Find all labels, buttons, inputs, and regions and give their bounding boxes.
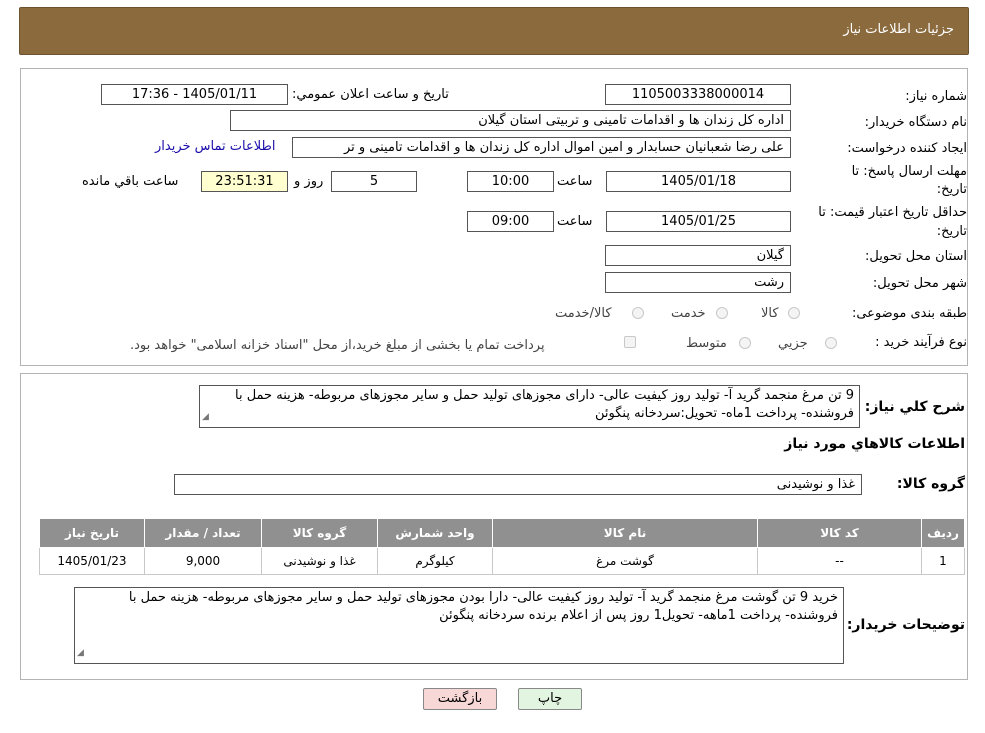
deadline-label: مهلت ارسال پاسخ: تا <box>851 164 967 179</box>
deadline-time-label: ساعت <box>557 174 593 189</box>
cell-row-number: 1 <box>921 547 965 575</box>
buyer-contact-link[interactable]: اطلاعات تماس خریدار <box>155 139 275 154</box>
buyer-org-field: اداره کل زندان ها و اقدامات تامینی و ترب… <box>230 110 791 131</box>
col-row-number: رديف <box>921 518 965 548</box>
treasury-payment-note: پرداخت تمام یا بخشی از مبلغ خرید،از محل … <box>130 338 545 353</box>
creator-label: ایجاد کننده درخواست: <box>847 141 967 156</box>
announce-field: 1405/01/11 - 17:36 <box>101 84 288 105</box>
page-title: جزئیات اطلاعات نیاز <box>843 22 954 37</box>
days-label: روز و <box>294 174 324 189</box>
cell-item-code: -- <box>757 547 922 575</box>
table-row: 1 -- گوشت مرغ کیلوگرم غذا و نوشیدنی 9,00… <box>39 547 965 575</box>
deadline-label-2: تاریخ: <box>936 182 967 197</box>
process-medium-label: متوسط <box>686 336 727 351</box>
buyer-notes-label: توضیحات خریدار: <box>846 617 965 633</box>
remaining-time-field: 23:51:31 <box>201 171 288 192</box>
days-field: 5 <box>331 171 417 192</box>
summary-textarea[interactable]: 9 تن مرغ منجمد گرید آ- تولید روز کیفیت ع… <box>199 385 860 428</box>
buyer-org-label: نام دستگاه خریدار: <box>864 115 967 130</box>
category-goods-label: کالا <box>761 306 779 321</box>
need-number-field: 1105003338000014 <box>605 84 791 105</box>
goods-group-label: گروه کالا: <box>896 476 965 492</box>
creator-field: علی رضا شعبانیان حسابدار و امین اموال اد… <box>292 137 791 158</box>
category-goods-radio[interactable] <box>788 307 800 319</box>
cell-quantity: 9,000 <box>144 547 262 575</box>
treasury-payment-checkbox[interactable] <box>624 336 636 348</box>
city-field: رشت <box>605 272 791 293</box>
goods-table-header: رديف کد کالا نام کالا واحد شمارش گروه کا… <box>39 518 965 548</box>
print-button[interactable]: چاپ <box>518 688 582 710</box>
cell-unit: کیلوگرم <box>377 547 493 575</box>
validity-label-2: تاریخ: <box>936 224 967 239</box>
process-minor-radio[interactable] <box>825 337 837 349</box>
buyer-notes-textarea[interactable]: خرید 9 تن گوشت مرغ منجمد گرید آ- تولید ر… <box>74 587 844 664</box>
page-header: جزئیات اطلاعات نیاز <box>19 7 969 55</box>
validity-time-label: ساعت <box>557 214 593 229</box>
back-button[interactable]: بازگشت <box>423 688 497 710</box>
announce-label: تاریخ و ساعت اعلان عمومي: <box>292 87 449 102</box>
summary-text: 9 تن مرغ منجمد گرید آ- تولید روز کیفیت ع… <box>234 388 854 421</box>
col-item-name: نام کالا <box>492 518 758 548</box>
process-label: نوع فرآیند خرید : <box>875 335 967 350</box>
summary-label: شرح کلي نياز: <box>864 399 965 415</box>
province-label: استان محل تحویل: <box>865 249 967 264</box>
goods-section-title: اطلاعات کالاهاي مورد نياز <box>784 436 965 452</box>
remaining-label: ساعت باقي مانده <box>82 174 179 189</box>
need-number-label: شماره نیاز: <box>905 89 967 104</box>
col-quantity: تعداد / مقدار <box>144 518 262 548</box>
col-unit: واحد شمارش <box>377 518 493 548</box>
cell-need-date: 1405/01/23 <box>39 547 145 575</box>
category-service-label: خدمت <box>671 306 706 321</box>
resize-grip-icon[interactable]: ◢ <box>202 408 209 426</box>
col-need-date: تاریخ نیاز <box>39 518 145 548</box>
category-both-label: کالا/خدمت <box>555 306 612 321</box>
cell-item-group: غذا و نوشیدنی <box>261 547 378 575</box>
cell-item-name: گوشت مرغ <box>492 547 758 575</box>
category-service-radio[interactable] <box>716 307 728 319</box>
process-medium-radio[interactable] <box>739 337 751 349</box>
process-minor-label: جزيي <box>778 336 808 351</box>
col-item-code: کد کالا <box>757 518 922 548</box>
buyer-notes-text: خرید 9 تن گوشت مرغ منجمد گرید آ- تولید ر… <box>128 590 838 623</box>
goods-table: رديف کد کالا نام کالا واحد شمارش گروه کا… <box>39 518 965 575</box>
goods-group-field: غذا و نوشیدنی <box>174 474 862 495</box>
deadline-time-field: 10:00 <box>467 171 554 192</box>
city-label: شهر محل تحویل: <box>872 276 967 291</box>
validity-label: حداقل تاریخ اعتبار قیمت: تا <box>818 205 967 220</box>
category-both-radio[interactable] <box>632 307 644 319</box>
col-item-group: گروه کالا <box>261 518 378 548</box>
resize-grip-icon[interactable]: ◢ <box>77 644 84 662</box>
province-field: گیلان <box>605 245 791 266</box>
deadline-date-field: 1405/01/18 <box>606 171 791 192</box>
category-label: طبقه بندی موضوعی: <box>851 306 967 321</box>
validity-date-field: 1405/01/25 <box>606 211 791 232</box>
validity-time-field: 09:00 <box>467 211 554 232</box>
